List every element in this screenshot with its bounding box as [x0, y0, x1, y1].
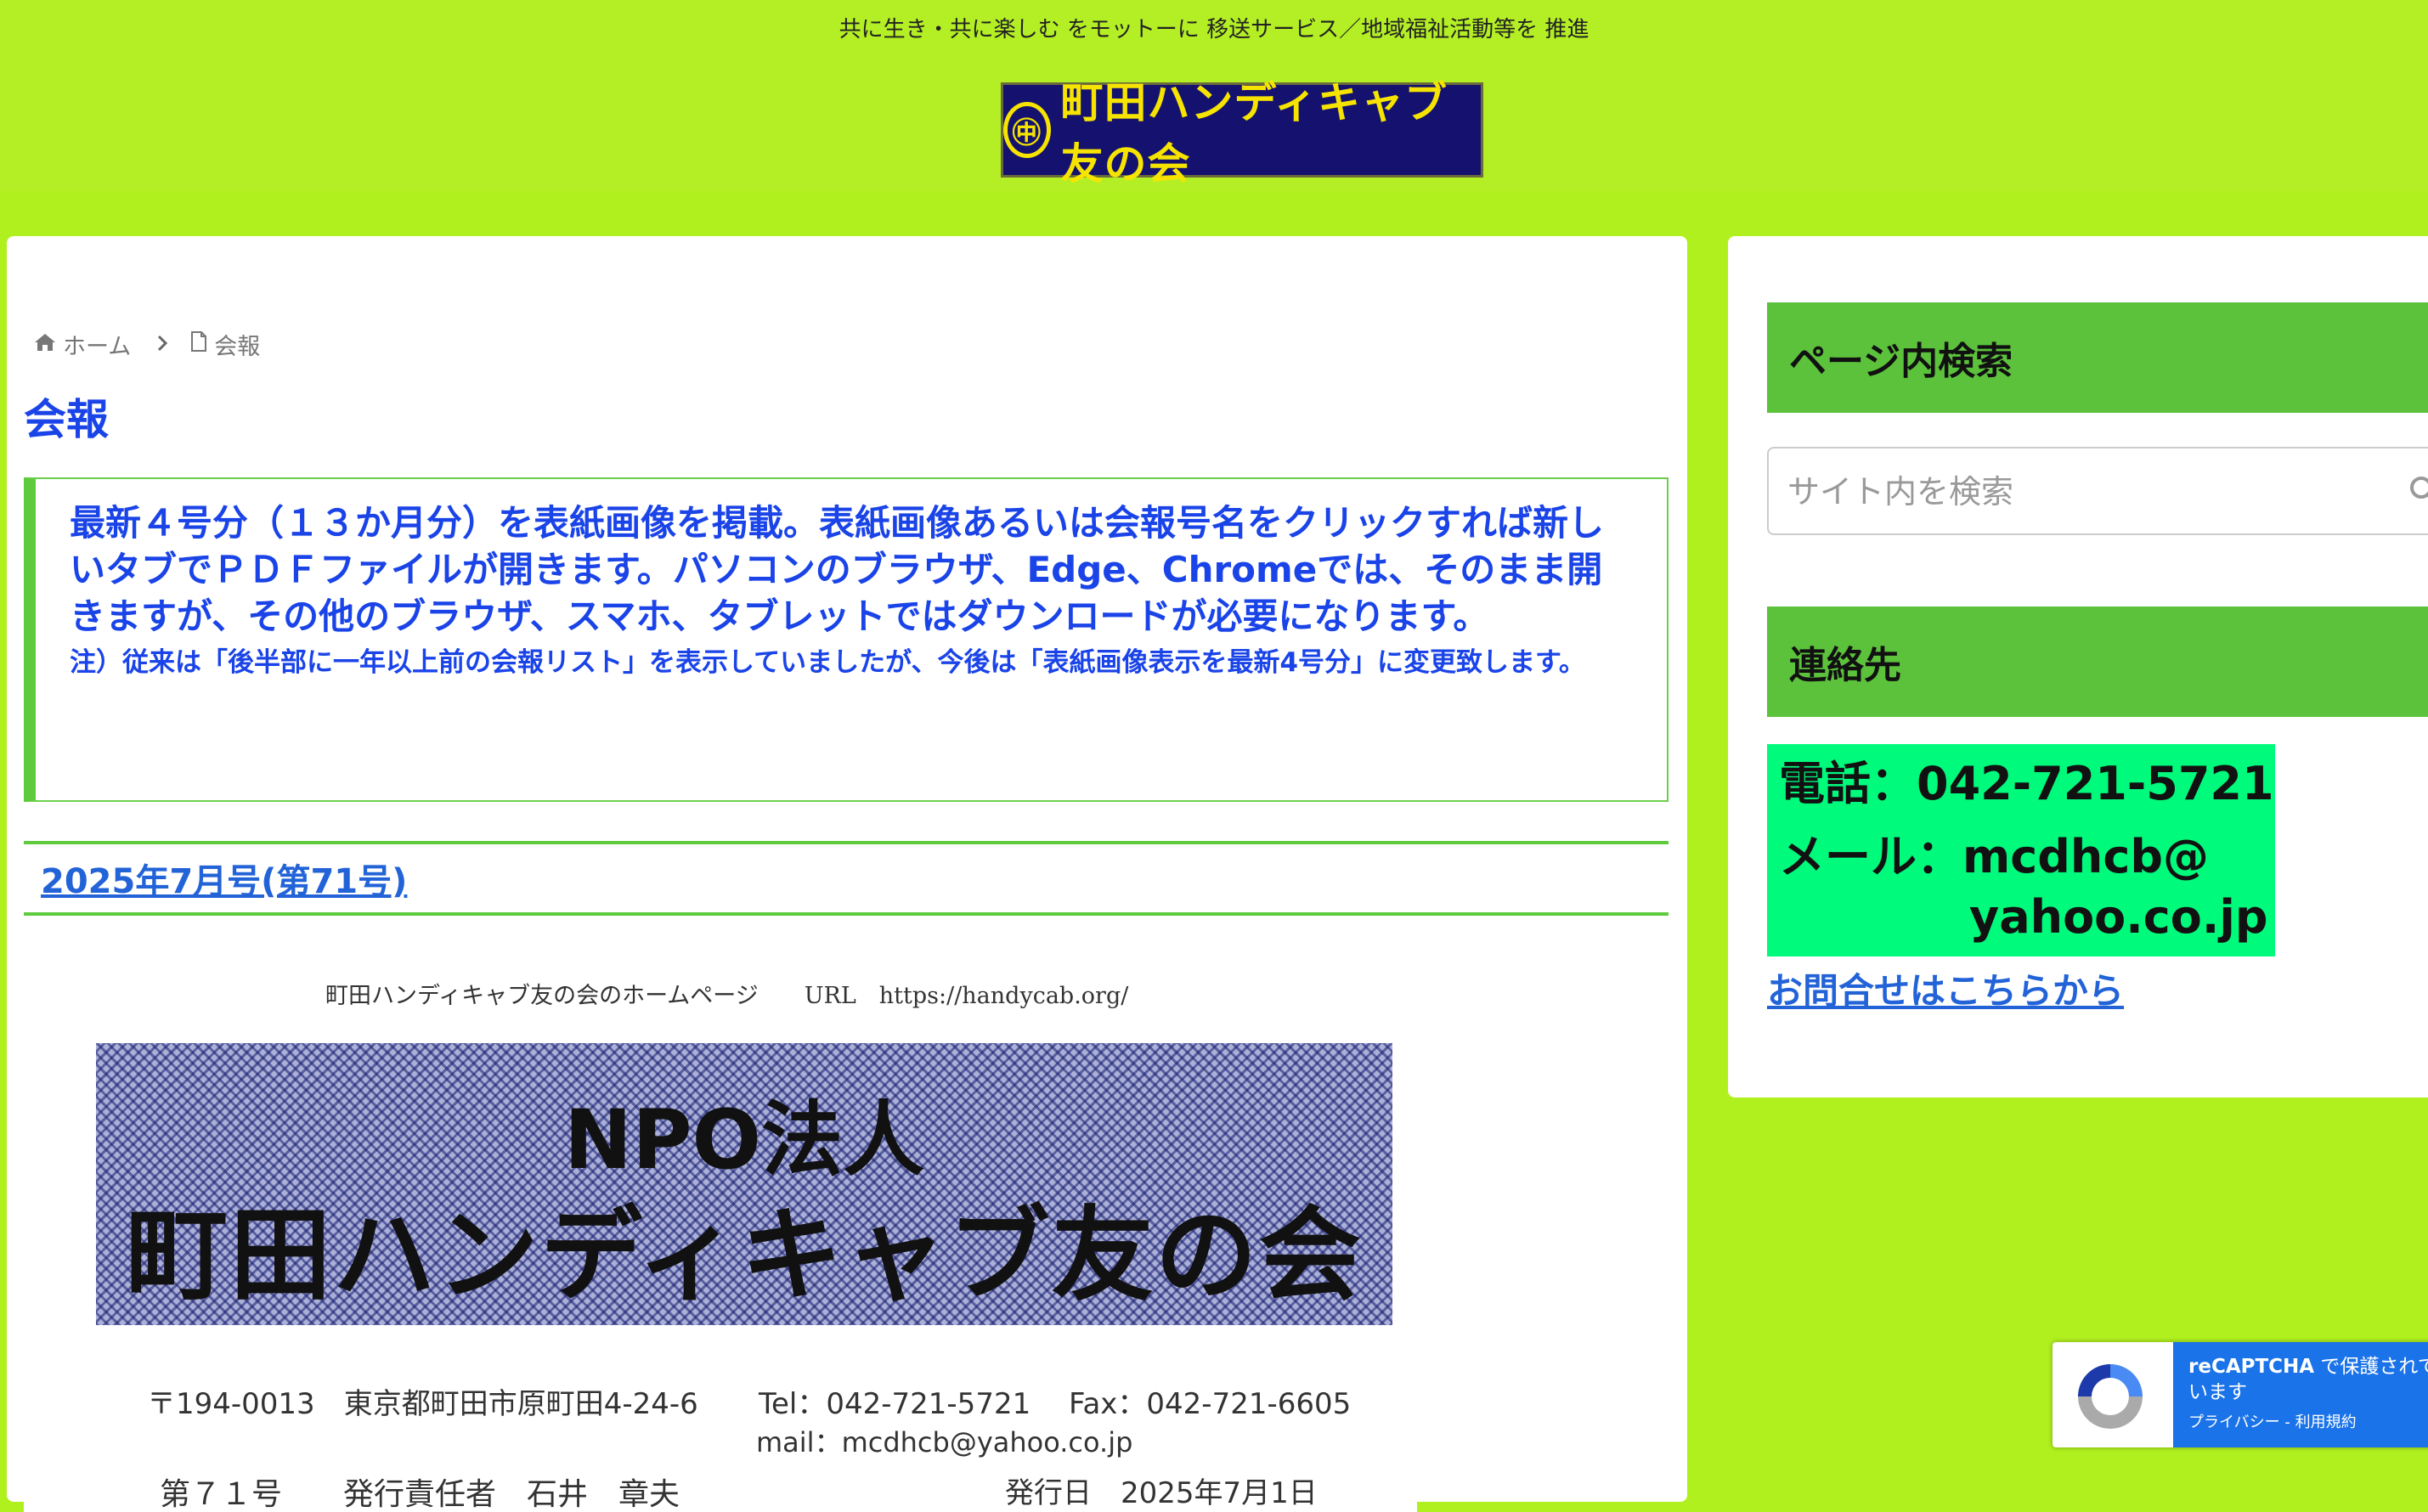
- search-input[interactable]: [1786, 449, 2367, 535]
- main-content: ホーム 会報 会報 最新４号分（１３か月分）を表紙画像を掲載。表紙画像あるいは会…: [7, 236, 1687, 1512]
- recaptcha-panel: reCAPTCHA で保護されています プライバシー - 利用規約: [2173, 1342, 2428, 1447]
- sidebar: ページ内検索 連絡先 電話：042-721-5721 メール：mcdhcb@ y…: [1728, 236, 2428, 1097]
- recaptcha-logo-icon: [2071, 1357, 2149, 1436]
- cover-address: 〒194-0013 東京都町田市原町田4-24-6: [147, 1387, 698, 1421]
- cover-issue-line: 第７１号 発行責任者 石井 章夫: [160, 1477, 680, 1512]
- cover-tel-fax: Tel：042-721-5721 Fax：042-721-6605: [759, 1387, 1352, 1421]
- contact-phone: 電話：042-721-5721: [1779, 757, 2274, 810]
- breadcrumb-current: 会報: [214, 334, 261, 360]
- search-box: [1767, 447, 2428, 535]
- page-title: 会報: [24, 395, 109, 444]
- recaptcha-links[interactable]: プライバシー - 利用規約: [2188, 1410, 2357, 1432]
- recaptcha-text: reCAPTCHA で保護されています: [2188, 1354, 2428, 1405]
- site-logo[interactable]: ㊥ 町田ハンディキャブ友の会: [1001, 78, 1483, 189]
- notice-box: 最新４号分（１３か月分）を表紙画像を掲載。表紙画像あるいは会報号名をクリックすれ…: [24, 477, 1669, 802]
- recaptcha-brand: reCAPTCHA: [2188, 1356, 2315, 1378]
- issue-cover-image[interactable]: 町田ハンディキャブ友の会のホームページ URL https://handycab…: [24, 951, 1417, 1512]
- page-icon: [190, 331, 207, 358]
- contact-widget-title: 連絡先: [1767, 606, 2428, 717]
- chevron-right-icon: [156, 333, 168, 357]
- search-icon[interactable]: [2409, 476, 2428, 501]
- contact-mail-line1: メール：mcdhcb@: [1779, 830, 2210, 883]
- logo-mark-icon: ㊥: [1003, 102, 1051, 158]
- site-header: 共に生き・共に楽しむ をモットーに 移送サービス／地域福祉活動等を 推進 ㊥ 町…: [0, 0, 2428, 191]
- cover-mail: mail：mcdhcb@yahoo.co.jp: [756, 1426, 1133, 1458]
- cover-url-line: 町田ハンディキャブ友の会のホームページ URL https://handycab…: [325, 983, 1129, 1009]
- issue-link[interactable]: 2025年7月号(第71号): [41, 854, 407, 903]
- contact-info-box: 電話：042-721-5721 メール：mcdhcb@ yahoo.co.jp: [1767, 744, 2275, 956]
- contact-mail-line2: yahoo.co.jp: [1969, 890, 2268, 944]
- home-icon: [34, 332, 56, 358]
- notice-main-text: 最新４号分（１３か月分）を表紙画像を掲載。表紙画像あるいは会報号名をクリックすれ…: [70, 502, 1605, 637]
- cover-org-name: 町田ハンディキャブ友の会: [126, 1197, 1363, 1315]
- search-widget-title: ページ内検索: [1767, 302, 2428, 413]
- recaptcha-badge[interactable]: reCAPTCHA で保護されています プライバシー - 利用規約: [2053, 1342, 2428, 1447]
- issue-heading: 2025年7月号(第71号): [24, 841, 1669, 916]
- contact-form-link[interactable]: お問合せはこちらから: [1767, 962, 2124, 1014]
- logo-text: 町田ハンディキャブ友の会: [1060, 78, 1448, 189]
- breadcrumb-home-link[interactable]: ホーム: [63, 328, 131, 361]
- notice-note-text: 注）従来は「後半部に一年以上前の会報リスト」を表示していましたが、今後は「表紙画…: [70, 647, 1585, 678]
- breadcrumb: ホーム 会報: [34, 328, 260, 361]
- site-tagline: 共に生き・共に楽しむ をモットーに 移送サービス／地域福祉活動等を 推進: [839, 17, 1589, 42]
- cover-banner: NPO法人 町田ハンディキャブ友の会: [96, 1043, 1392, 1325]
